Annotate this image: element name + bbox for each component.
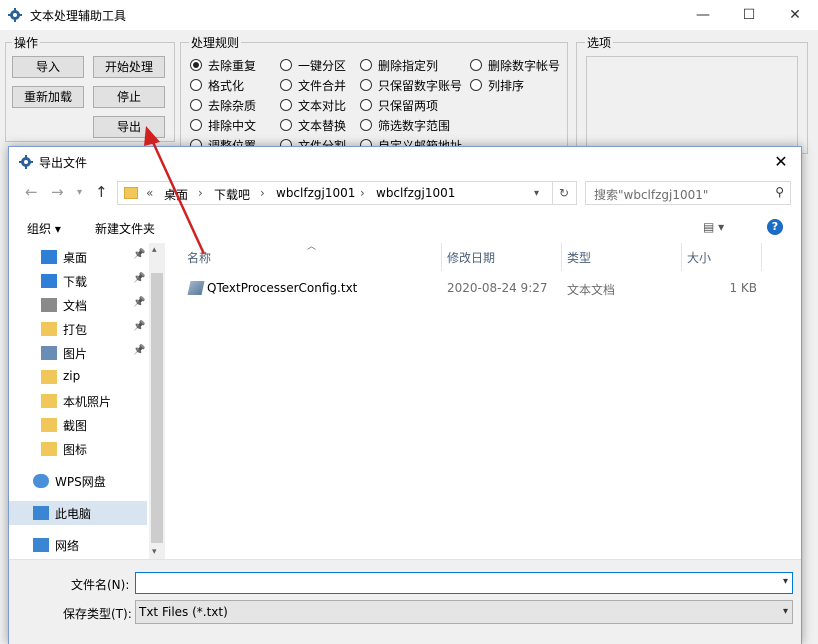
annotation-arrow	[144, 126, 206, 255]
